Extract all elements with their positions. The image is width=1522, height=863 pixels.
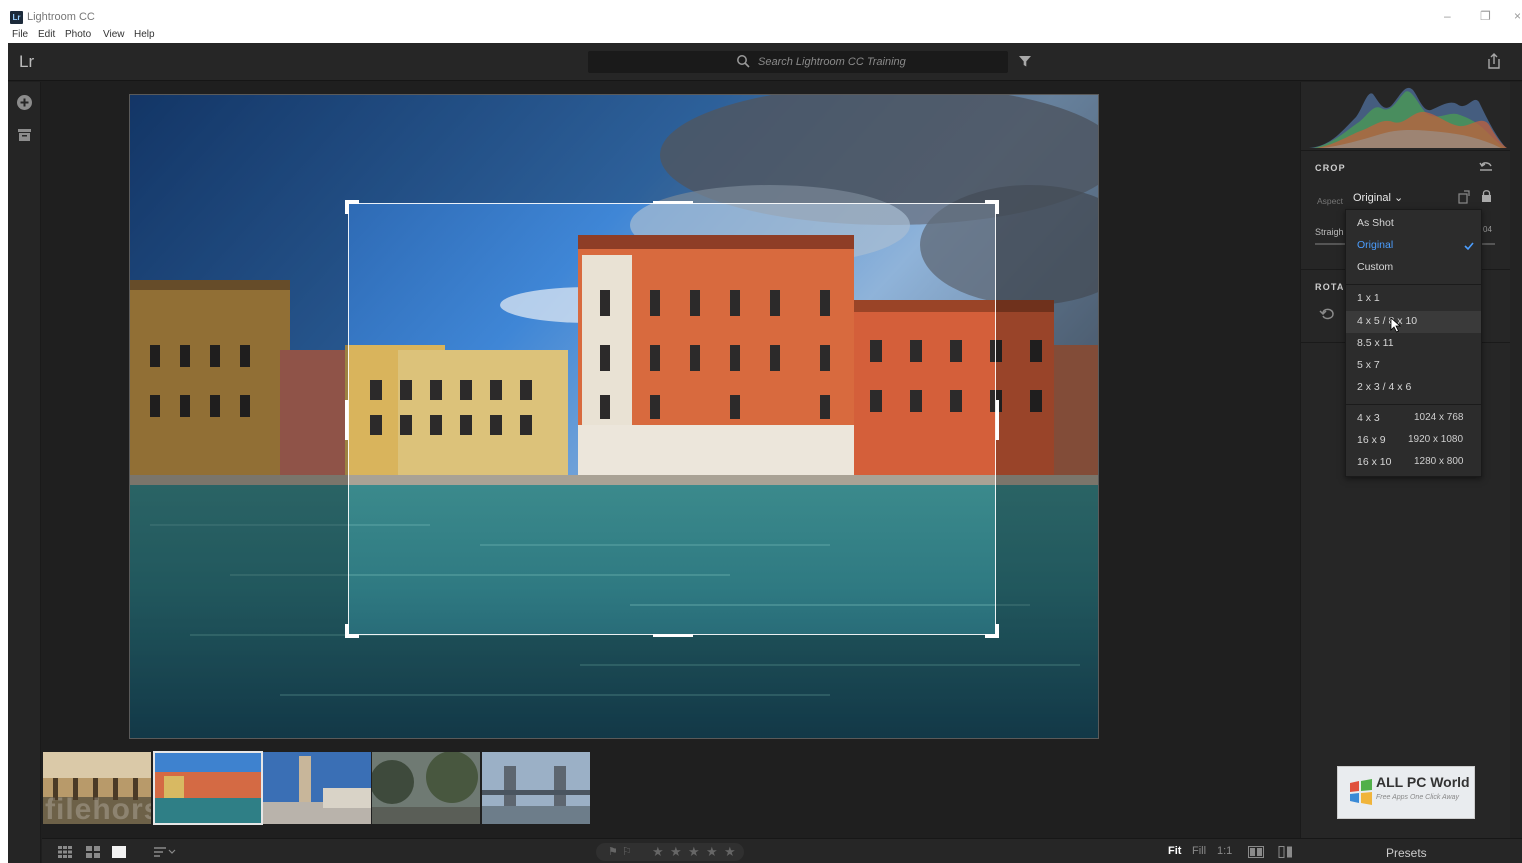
lightroom-app: Lr Search Lightroom CC Training filehor … [8, 43, 1522, 863]
watermark-title: ALL PC World [1376, 774, 1470, 790]
aspect-option-4x3[interactable]: 4 x 3 [1357, 412, 1380, 424]
bottom-bar: ⚑ ⚐ ★ ★ ★ ★ ★ Fit Fill 1:1 [42, 838, 1522, 863]
venice-photo[interactable] [129, 94, 1099, 739]
aspect-label: Aspect [1317, 196, 1343, 206]
chevron-down-icon: ⌄ [1393, 192, 1404, 204]
minimize-button[interactable]: – [1444, 9, 1451, 23]
crop-handle-left[interactable] [345, 400, 348, 440]
lr-logo: Lr [19, 52, 35, 71]
aspect-dropdown-menu: As Shot Original Custom 1 x 1 4 x 5 / 8 … [1345, 209, 1482, 477]
search-input[interactable] [758, 51, 998, 73]
menu-bar: File Edit Photo View Help [0, 28, 1522, 43]
flag-reject-icon[interactable]: ⚐ [622, 845, 632, 858]
resolution-1280x800: 1280 x 800 [1414, 456, 1464, 467]
aspect-option-original[interactable]: Original [1357, 239, 1393, 251]
presets-button[interactable]: Presets [1386, 846, 1427, 860]
library-icon[interactable] [16, 126, 33, 143]
crop-handle-bottom[interactable] [653, 634, 693, 637]
crop-handle-top[interactable] [653, 201, 693, 204]
straighten-label: Straigh [1315, 227, 1344, 237]
photo-canvas [42, 82, 1300, 748]
filmstrip-thumbnail[interactable] [482, 752, 590, 824]
filmstrip-thumbnail[interactable] [263, 752, 371, 824]
star-icon-3[interactable]: ★ [688, 844, 700, 860]
photo-grid-icon[interactable] [86, 846, 100, 858]
share-icon[interactable] [1486, 52, 1502, 70]
left-toolbar [8, 82, 41, 863]
aspect-option-16x10[interactable]: 16 x 10 [1357, 456, 1391, 468]
top-bar: Lr [8, 43, 1522, 81]
orientation-swap-icon[interactable] [1458, 190, 1470, 204]
flag-and-rating-control: ⚑ ⚐ ★ ★ ★ ★ ★ [596, 843, 744, 861]
windows-logo-icon [1350, 779, 1372, 805]
aspect-option-8-5x11[interactable]: 8.5 x 11 [1357, 337, 1394, 349]
aspect-option-custom[interactable]: Custom [1357, 261, 1393, 273]
aspect-option-4x5[interactable]: 4 x 5 / 8 x 10 [1357, 315, 1417, 327]
lightroom-app-icon: Lr [10, 11, 23, 24]
restore-button[interactable]: ❐ [1480, 9, 1491, 23]
histogram [1301, 82, 1511, 150]
menu-photo[interactable]: Photo [65, 29, 91, 40]
square-grid-icon[interactable] [58, 846, 72, 858]
straighten-value[interactable]: 04 [1483, 225, 1492, 234]
aspect-select-value: Original [1353, 192, 1391, 204]
dropdown-separator [1346, 404, 1481, 405]
filmstrip: filehorse [42, 748, 1300, 833]
flag-pick-icon[interactable]: ⚑ [608, 845, 618, 858]
aspect-option-1x1[interactable]: 1 x 1 [1357, 292, 1380, 304]
panel-switcher-strip [1510, 82, 1522, 838]
crop-handle-bottom-left[interactable] [345, 624, 359, 638]
filmstrip-thumbnail[interactable] [372, 752, 480, 824]
crop-handle-top-left[interactable] [345, 200, 359, 214]
resolution-1024x768: 1024 x 768 [1414, 412, 1464, 423]
detail-view-icon[interactable] [112, 846, 126, 858]
filter-icon[interactable] [1018, 54, 1032, 68]
search-icon [737, 55, 750, 68]
star-icon-1[interactable]: ★ [652, 844, 664, 860]
add-photos-icon[interactable] [16, 94, 33, 111]
aspect-option-as-shot[interactable]: As Shot [1357, 217, 1394, 229]
aspect-option-5x7[interactable]: 5 x 7 [1357, 359, 1380, 371]
filmstrip-thumbnail-selected[interactable] [153, 751, 263, 825]
star-icon-2[interactable]: ★ [670, 844, 682, 860]
zoom-1to1-button[interactable]: 1:1 [1217, 845, 1232, 857]
compare-view-icon[interactable] [1248, 846, 1264, 858]
close-button[interactable]: × [1514, 9, 1521, 23]
watermark-subtitle: Free Apps One Click Away [1376, 794, 1459, 801]
search-box[interactable] [588, 51, 1008, 73]
crop-heading: CROP [1315, 163, 1346, 173]
rotate-heading: ROTA [1315, 282, 1345, 292]
star-icon-4[interactable]: ★ [706, 844, 718, 860]
dropdown-separator [1346, 284, 1481, 285]
filehorse-watermark: filehorse [45, 793, 151, 824]
sort-icon[interactable] [154, 846, 176, 858]
panel-divider [1301, 150, 1511, 151]
crop-handle-right[interactable] [996, 400, 999, 440]
zoom-fit-button[interactable]: Fit [1168, 845, 1181, 857]
aspect-option-16x9[interactable]: 16 x 9 [1357, 434, 1386, 446]
before-after-icon[interactable] [1278, 846, 1294, 858]
mouse-cursor-icon [1390, 317, 1402, 333]
checkmark-icon [1464, 242, 1474, 251]
aspect-option-2x3[interactable]: 2 x 3 / 4 x 6 [1357, 381, 1411, 393]
star-icon-5[interactable]: ★ [724, 844, 736, 860]
filmstrip-thumbnail[interactable]: filehorse [43, 752, 151, 824]
resolution-1920x1080: 1920 x 1080 [1408, 434, 1464, 445]
aspect-select[interactable]: Original ⌄ [1353, 191, 1403, 204]
zoom-fill-button[interactable]: Fill [1192, 845, 1206, 857]
all-pc-world-watermark: ALL PC World Free Apps One Click Away [1337, 766, 1475, 819]
crop-rectangle[interactable] [345, 200, 999, 638]
reset-crop-icon[interactable] [1479, 160, 1493, 172]
window-titlebar: Lr Lightroom CC – ❐ × [0, 0, 1522, 30]
menu-edit[interactable]: Edit [38, 29, 55, 40]
window-title: Lightroom CC [27, 11, 95, 23]
crop-handle-bottom-right[interactable] [985, 624, 999, 638]
menu-help[interactable]: Help [134, 29, 155, 40]
rotate-left-icon[interactable] [1319, 305, 1337, 323]
menu-view[interactable]: View [103, 29, 125, 40]
lock-icon[interactable] [1481, 189, 1492, 203]
crop-handle-top-right[interactable] [985, 200, 999, 214]
menu-file[interactable]: File [12, 29, 28, 40]
